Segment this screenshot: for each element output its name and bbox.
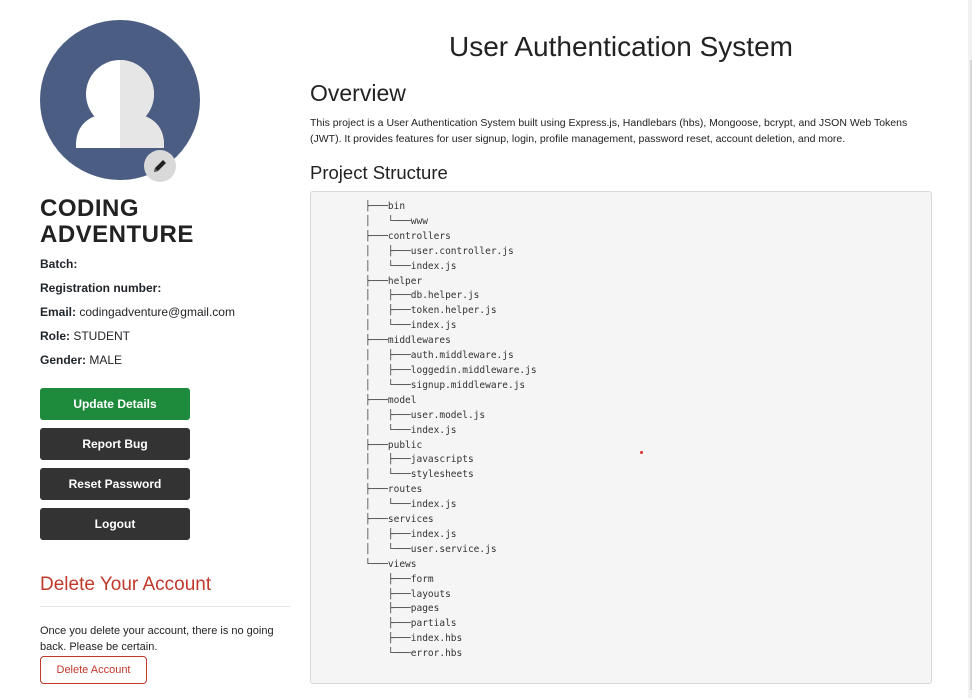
batch-field: Batch:	[40, 256, 290, 272]
role-label: Role:	[40, 329, 70, 343]
email-label: Email:	[40, 305, 77, 319]
role-value: STUDENT	[73, 329, 131, 343]
gender-field: Gender: MALE	[40, 352, 290, 368]
registration-field: Registration number:	[40, 280, 290, 296]
page-title: User Authentication System	[449, 31, 793, 62]
scrollbar-track[interactable]	[968, 0, 972, 698]
delete-account-heading: Delete Your Account	[40, 574, 212, 595]
profile-name: CODING ADVENTURE	[40, 195, 194, 248]
overview-text: This project is a User Authentication Sy…	[310, 117, 908, 145]
gender-value: MALE	[89, 353, 123, 367]
email-field: Email: codingadventure@gmail.com	[40, 304, 290, 320]
profile-sidebar: CODING ADVENTURE Batch: Registration num…	[40, 20, 290, 684]
pencil-icon	[154, 160, 166, 172]
delete-account-warning: Once you delete your account, there is n…	[40, 625, 274, 653]
report-bug-button[interactable]: Report Bug	[40, 428, 190, 460]
project-structure-codeblock: ├───bin │ └───www ├───controllers │ ├───…	[310, 191, 932, 684]
logout-button[interactable]: Logout	[40, 508, 190, 540]
role-field: Role: STUDENT	[40, 328, 290, 344]
avatar	[40, 20, 200, 180]
update-details-button[interactable]: Update Details	[40, 388, 190, 420]
cursor-dot	[640, 451, 643, 454]
gender-label: Gender:	[40, 353, 87, 367]
reset-password-button[interactable]: Reset Password	[40, 468, 190, 500]
edit-avatar-button[interactable]	[144, 150, 176, 182]
delete-account-button[interactable]: Delete Account	[40, 656, 147, 684]
registration-label: Registration number:	[40, 281, 162, 295]
user-silhouette-icon	[76, 60, 164, 148]
email-value: codingadventure@gmail.com	[79, 305, 235, 319]
project-structure-tree: ├───bin │ └───www ├───controllers │ ├───…	[365, 201, 537, 660]
project-structure-heading: Project Structure	[310, 162, 448, 183]
divider	[40, 606, 290, 607]
batch-label: Batch:	[40, 257, 78, 271]
overview-heading: Overview	[310, 80, 406, 106]
